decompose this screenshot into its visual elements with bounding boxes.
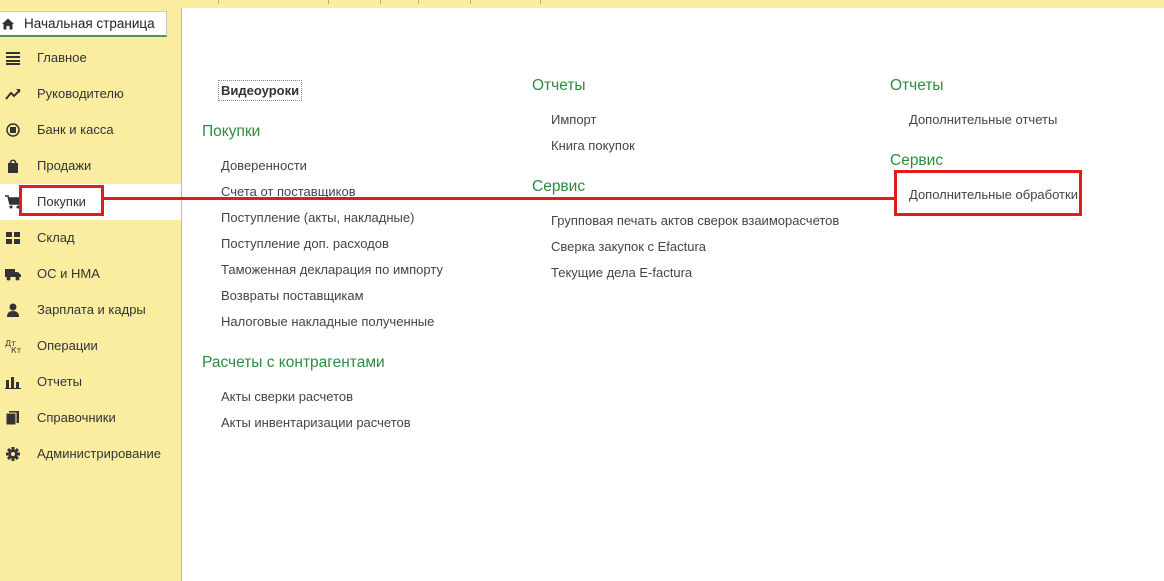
sidebar-item-sales[interactable]: Продажи — [0, 148, 181, 184]
link-tax-invoices-received[interactable]: Налоговые накладные полученные — [221, 314, 434, 329]
link-customs-declaration[interactable]: Таможенная декларация по импорту — [221, 262, 443, 277]
link-inventory-acts[interactable]: Акты инвентаризации расчетов — [221, 415, 411, 430]
video-lessons-link[interactable]: Видеоуроки — [217, 80, 303, 101]
shopping-bag-icon — [8, 159, 18, 173]
gear-icon — [6, 447, 20, 461]
sidebar-item-label: Справочники — [37, 410, 116, 425]
link-additional-reports[interactable]: Дополнительные отчеты — [909, 112, 1057, 127]
truck-icon — [5, 269, 21, 281]
sidebar-item-label: Зарплата и кадры — [37, 302, 146, 317]
home-icon — [2, 18, 14, 30]
sidebar-item-administration[interactable]: Администрирование — [0, 436, 181, 472]
top-strip — [0, 0, 1164, 8]
sidebar-item-label: Отчеты — [37, 374, 82, 389]
section-heading-settlements: Расчеты с контрагентами — [202, 354, 385, 371]
sidebar-item-manager[interactable]: Руководителю — [0, 76, 181, 112]
link-group-print-reconciliation[interactable]: Групповая печать актов сверок взаиморасч… — [551, 213, 839, 228]
sidebar-item-label: Склад — [37, 230, 75, 245]
link-reconciliation-acts[interactable]: Акты сверки расчетов — [221, 389, 353, 404]
sidebar-item-label: ОС и НМА — [37, 266, 100, 281]
sidebar-item-label: Администрирование — [37, 446, 161, 461]
link-powers-of-attorney[interactable]: Доверенности — [221, 158, 307, 173]
sidebar-item-label: Руководителю — [37, 86, 124, 101]
warehouse-icon — [6, 232, 20, 244]
section-heading-reports: Отчеты — [532, 77, 586, 94]
books-icon — [5, 411, 19, 425]
link-efactura-tasks[interactable]: Текущие дела E-factura — [551, 265, 692, 280]
link-import[interactable]: Импорт — [551, 112, 596, 127]
sidebar-item-label: Операции — [37, 338, 98, 353]
sidebar-item-reports[interactable]: Отчеты — [0, 364, 181, 400]
sidebar-item-main[interactable]: Главное — [0, 40, 181, 76]
link-purchase-book[interactable]: Книга покупок — [551, 138, 635, 153]
bar-chart-icon — [5, 377, 21, 389]
sidebar-item-directories[interactable]: Справочники — [0, 400, 181, 436]
section-heading-service-extra: Сервис — [890, 152, 944, 169]
sidebar-item-label: Главное — [37, 50, 87, 65]
bank-icon — [6, 123, 20, 137]
home-tab[interactable]: Начальная страница — [0, 11, 167, 37]
highlight-box-additional-processing — [894, 170, 1082, 216]
sidebar-item-label: Продажи — [37, 158, 92, 173]
sidebar-item-label: Банк и касса — [37, 122, 114, 137]
svg-text:Кт: Кт — [11, 346, 21, 353]
sidebar-item-warehouse[interactable]: Склад — [0, 220, 181, 256]
menu-lines-icon — [6, 52, 20, 65]
sidebar: Начальная страница Главное Руководителю … — [0, 8, 182, 581]
sidebar-item-payroll[interactable]: Зарплата и кадры — [0, 292, 181, 328]
highlight-connector-line — [104, 197, 894, 200]
person-icon — [7, 303, 19, 317]
operations-icon: Дт Кт — [5, 339, 21, 353]
sidebar-item-bank[interactable]: Банк и касса — [0, 112, 181, 148]
home-tab-label: Начальная страница — [24, 16, 155, 31]
highlight-box-purchases — [19, 185, 104, 216]
trend-icon — [5, 89, 21, 100]
section-heading-purchases: Покупки — [202, 123, 261, 140]
link-efactura-reconciliation[interactable]: Сверка закупок с Efactura — [551, 239, 706, 254]
section-heading-service: Сервис — [532, 178, 586, 195]
section-heading-reports-extra: Отчеты — [890, 77, 944, 94]
sidebar-item-fixed-assets[interactable]: ОС и НМА — [0, 256, 181, 292]
sidebar-item-operations[interactable]: Дт Кт Операции — [0, 328, 181, 364]
link-additional-expenses[interactable]: Поступление доп. расходов — [221, 236, 389, 251]
section-panel: Видеоуроки Покупки Доверенности Счета от… — [182, 8, 1164, 581]
link-receipts[interactable]: Поступление (акты, накладные) — [221, 210, 414, 225]
link-supplier-returns[interactable]: Возвраты поставщикам — [221, 288, 364, 303]
